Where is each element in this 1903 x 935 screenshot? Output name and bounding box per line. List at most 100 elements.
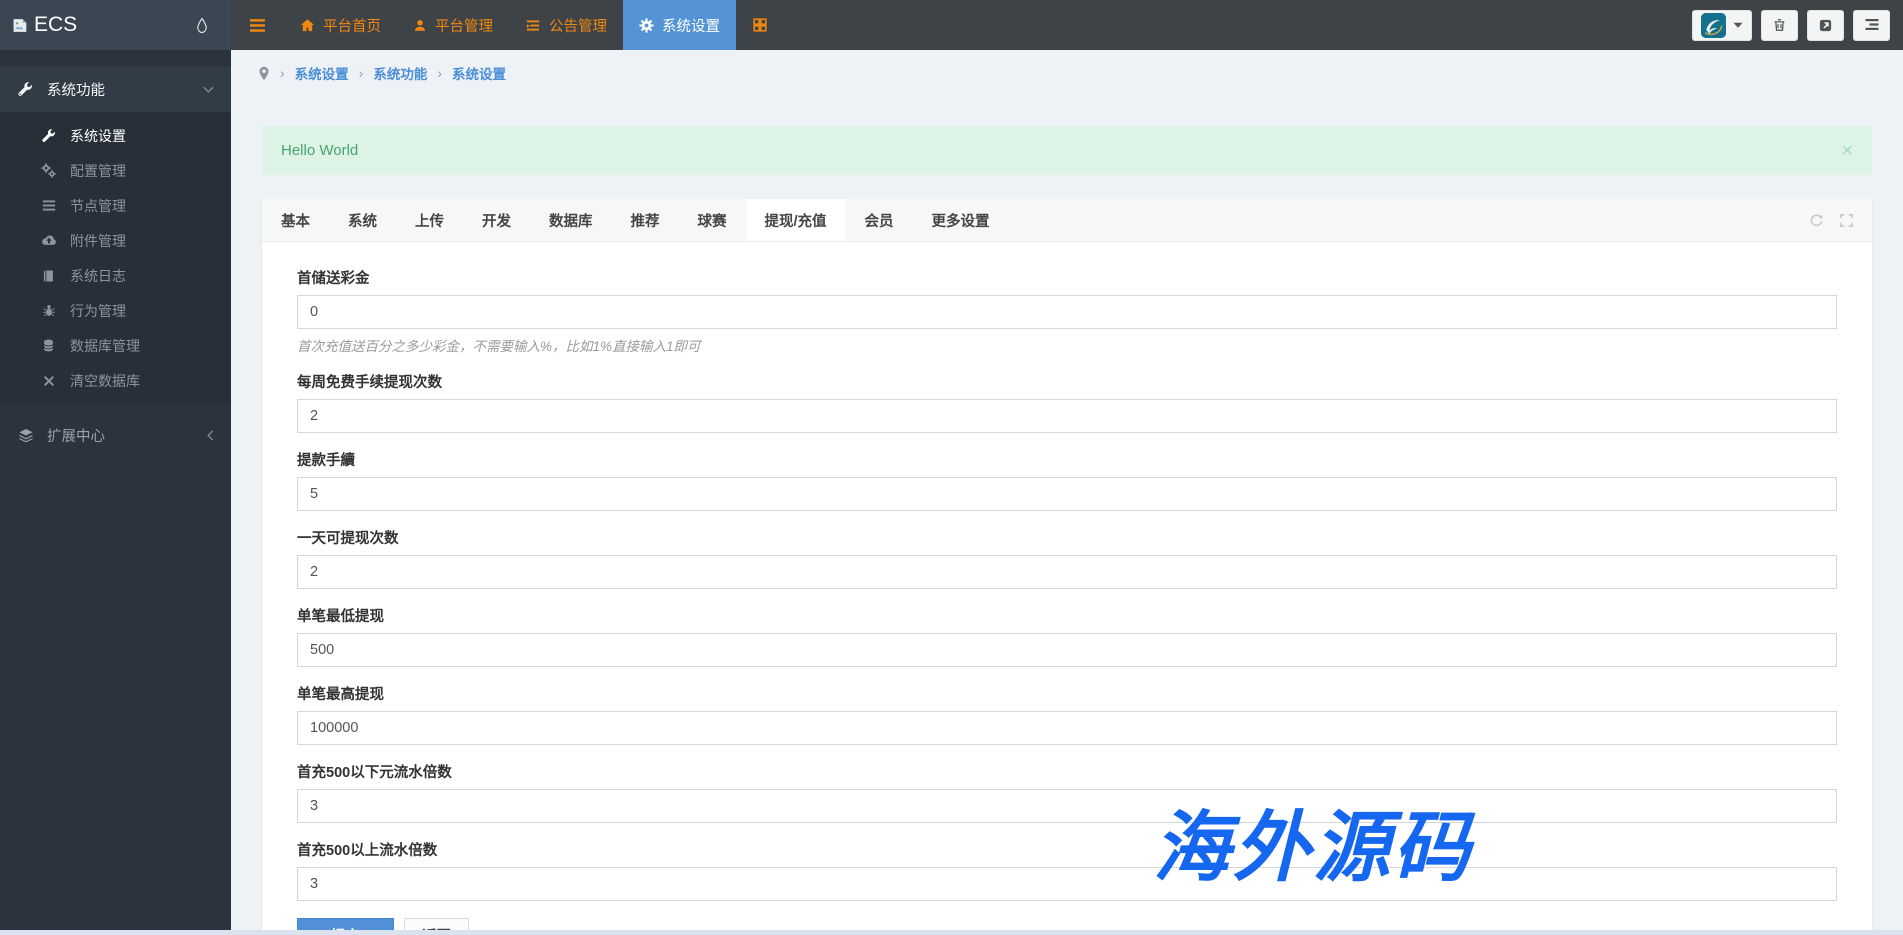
turnover-above-500-input[interactable] (297, 867, 1837, 901)
content-area: Hello World × 基本 系统 上传 开发 数据库 推荐 球赛 提现/充… (231, 126, 1903, 935)
gear-icon (639, 17, 654, 33)
breadcrumb-separator: › (437, 65, 443, 81)
nav-item-label: 平台管理 (435, 18, 493, 35)
external-link-icon (1818, 18, 1833, 33)
user-icon (413, 18, 427, 33)
tab-recommend[interactable]: 推荐 (612, 199, 679, 241)
field-label-min-single-withdraw: 单笔最低提现 (297, 609, 384, 625)
grid-icon (752, 17, 768, 33)
tab-develop[interactable]: 开发 (463, 199, 530, 241)
sidebar-item-system-settings[interactable]: 系统设置 (0, 118, 231, 153)
sidebar-item-label: 附件管理 (70, 232, 126, 249)
sidebar-item-node-manage[interactable]: 节点管理 (0, 188, 231, 223)
sidebar-section-system-functions[interactable]: 系统功能 (0, 67, 231, 112)
tab-member[interactable]: 会员 (846, 199, 913, 241)
sidebar-section-extension-center[interactable]: 扩展中心 (0, 413, 231, 458)
book-icon (40, 269, 57, 283)
sidebar-item-clear-database[interactable]: 清空数据库 (0, 363, 231, 398)
logo-text: ECS (34, 13, 78, 36)
daily-withdraw-times-input[interactable] (297, 555, 1837, 589)
sidebar-item-label: 数据库管理 (70, 337, 140, 354)
tab-database[interactable]: 数据库 (530, 199, 612, 241)
sidebar-section-label: 扩展中心 (47, 429, 105, 445)
first-deposit-bonus-input[interactable] (297, 295, 1837, 329)
panel-tools (1809, 199, 1872, 241)
nav-item-announcement-manage[interactable]: 公告管理 (509, 0, 623, 50)
sidebar-item-attachment-manage[interactable]: 附件管理 (0, 223, 231, 258)
form-group: 首充500以下元流水倍数 (297, 761, 1837, 823)
field-label-withdraw-fee: 提款手續 (297, 453, 355, 469)
trash-icon (1772, 17, 1787, 33)
tab-withdraw-recharge[interactable]: 提现/充值 (745, 199, 846, 241)
nav-item-system-settings[interactable]: 系统设置 (623, 0, 736, 50)
sidebar-item-label: 行为管理 (70, 302, 126, 319)
tab-more-settings[interactable]: 更多设置 (913, 199, 1009, 241)
top-navbar: 平台首页 平台管理 公告管理 系统设置 (231, 0, 1903, 50)
field-label-daily-withdraw-times: 一天可提现次数 (297, 531, 399, 547)
nav-item-platform-home[interactable]: 平台首页 (284, 0, 397, 50)
sidebar-item-system-log[interactable]: 系统日志 (0, 258, 231, 293)
sidebar-item-label: 系统设置 (70, 127, 126, 144)
turnover-below-500-input[interactable] (297, 789, 1837, 823)
main-content: › 系统设置 › 系统功能 › 系统设置 Hello World × 基本 系统… (231, 50, 1903, 935)
list-icon (40, 199, 57, 212)
clear-x-icon (40, 375, 57, 387)
user-avatar-menu[interactable] (1692, 9, 1752, 41)
expand-icon[interactable] (1839, 213, 1854, 228)
tab-match[interactable]: 球赛 (679, 199, 746, 241)
logo-area[interactable]: ECS (0, 0, 231, 50)
header-right-tools (1692, 0, 1903, 50)
weekly-free-withdraw-times-input[interactable] (297, 399, 1837, 433)
field-help-text: 首次充值送百分之多少彩金，不需要输入%，比如1%直接输入1即可 (297, 339, 701, 354)
withdraw-fee-input[interactable] (297, 477, 1837, 511)
form-group: 一天可提现次数 (297, 527, 1837, 589)
max-single-withdraw-input[interactable] (297, 711, 1837, 745)
form-group: 首充500以上流水倍数 (297, 839, 1837, 901)
min-single-withdraw-input[interactable] (297, 633, 1837, 667)
layers-icon (17, 428, 34, 443)
breadcrumb-link[interactable]: 系统设置 (452, 63, 506, 83)
sidebar-item-label: 系统日志 (70, 267, 126, 284)
sidebar-item-database-manage[interactable]: 数据库管理 (0, 328, 231, 363)
database-icon (40, 338, 57, 353)
breadcrumb-link[interactable]: 系统设置 (295, 63, 349, 83)
wrench-icon (40, 128, 57, 143)
alert-message: Hello World (281, 142, 359, 159)
tab-basic[interactable]: 基本 (262, 199, 329, 241)
breadcrumb: › 系统设置 › 系统功能 › 系统设置 (231, 50, 1903, 96)
form-group: 每周免费手续提现次数 (297, 371, 1837, 433)
trash-button[interactable] (1761, 9, 1798, 41)
form-group: 提款手續 (297, 449, 1837, 511)
cloud-upload-icon (40, 234, 57, 247)
control-sidebar-button[interactable] (1853, 9, 1890, 41)
map-pin-icon (258, 66, 270, 81)
bottom-strip (0, 930, 1903, 935)
chevron-down-icon (203, 86, 214, 94)
nav-grid-button[interactable] (736, 0, 784, 50)
nav-item-label: 平台首页 (323, 18, 381, 35)
field-label-first-deposit-bonus: 首储送彩金 (297, 271, 370, 287)
sidebar-item-config-manage[interactable]: 配置管理 (0, 153, 231, 188)
sidebar-item-label: 清空数据库 (70, 372, 140, 389)
droplet-icon (195, 16, 209, 35)
nav-item-platform-manage[interactable]: 平台管理 (397, 0, 509, 50)
list-icon (1864, 18, 1880, 32)
refresh-icon[interactable] (1809, 213, 1824, 228)
sidebar-item-behavior-manage[interactable]: 行为管理 (0, 293, 231, 328)
external-link-button[interactable] (1807, 9, 1844, 41)
tab-system[interactable]: 系统 (329, 199, 396, 241)
sidebar-item-label: 配置管理 (70, 162, 126, 179)
sidebar-toggle-button[interactable] (231, 0, 284, 50)
sidebar-section-label: 系统功能 (47, 83, 105, 99)
sidebar-submenu: 系统设置 配置管理 节点管理 附件管理 系统日志 行为管理 数据库管理 清空数据… (0, 112, 231, 406)
alert-close-icon[interactable]: × (1841, 141, 1853, 161)
settings-card: 基本 系统 上传 开发 数据库 推荐 球赛 提现/充值 会员 更多设置 首储送彩… (262, 199, 1872, 935)
breadcrumb-link[interactable]: 系统功能 (373, 63, 427, 83)
field-label-turnover-above-500: 首充500以上流水倍数 (297, 843, 438, 859)
breadcrumb-separator: › (280, 65, 285, 81)
wrench-icon (17, 82, 34, 97)
announcement-icon (525, 18, 541, 33)
tab-upload[interactable]: 上传 (396, 199, 463, 241)
home-icon (300, 18, 315, 33)
form-group: 单笔最高提现 (297, 683, 1837, 745)
